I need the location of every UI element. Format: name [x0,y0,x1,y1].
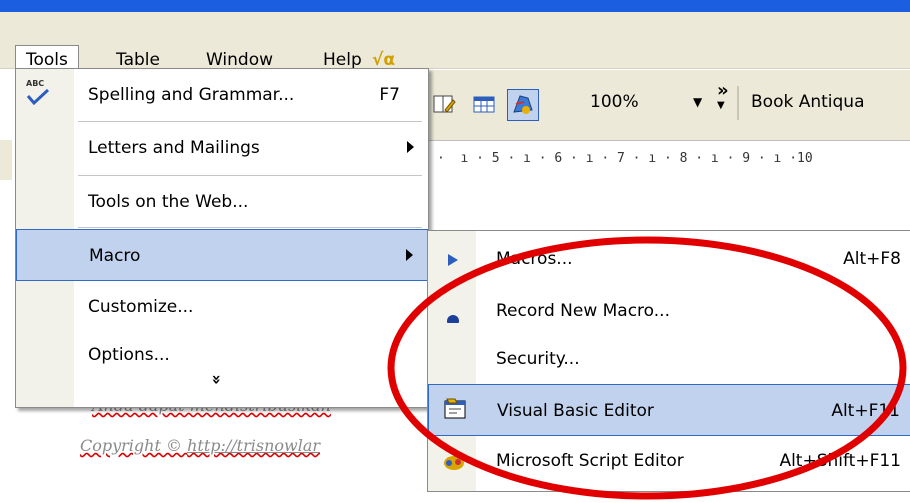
insert-table-icon[interactable] [471,92,497,118]
visual-basic-editor-icon [443,397,466,419]
title-bar-strip [0,0,910,12]
menu-item-letters-and-mailings[interactable]: Letters and Mailings [16,122,428,174]
menu-bar: Tools Table Window Help √α [0,12,910,74]
submenu-item-microsoft-script-editor[interactable]: Microsoft Script Editor Alt+Shift+F11 [428,435,910,487]
menu-separator [78,227,422,228]
drawing-table-icon[interactable] [431,92,457,118]
menu-item-macro[interactable]: Macro [16,229,428,281]
document-text-line-2: Copyright © http://trisnowlar [80,436,320,455]
formatting-toolbar: 100% ▼ » ▼ Book Antiqua [425,70,910,140]
menu-item-customize[interactable]: Customize... [16,281,428,333]
play-macro-icon [442,249,464,271]
zoom-dropdown[interactable]: 100% ▼ [590,84,710,120]
toolbar-overflow-icon[interactable]: » ▼ [717,82,729,112]
spelling-check-icon: ABC [26,79,56,109]
record-macro-icon [442,301,464,327]
submenu-item-macros[interactable]: Macros... Alt+F8 [428,233,910,285]
ruler-left-edge [0,140,12,180]
submenu-item-visual-basic-editor[interactable]: Visual Basic Editor Alt+F11 [428,384,910,436]
toolbar-separator [737,86,739,120]
script-editor-icon [442,451,464,473]
submenu-item-security[interactable]: Security... [428,333,910,385]
zoom-value: 100% [590,92,639,112]
tools-menu: ABC Spelling and Grammar... F7 Letters a… [15,68,429,408]
submenu-arrow-icon [406,249,413,261]
expand-menu-icon[interactable]: » [208,374,227,384]
menu-item-spelling[interactable]: ABC Spelling and Grammar... F7 [16,69,428,121]
horizontal-ruler[interactable]: · ı · 5 · ı · 6 · ı · 7 · ı · 8 · ı · 9 … [425,140,910,181]
font-name-value: Book Antiqua [751,92,865,112]
ruler-marks: · ı · 5 · ı · 6 · ı · 7 · ı · 8 · ı · 9 … [437,151,813,166]
menu-item-options[interactable]: Options... [16,329,428,381]
document-link[interactable]: http://trisnowlar [187,436,320,455]
drawing-icon[interactable] [507,89,539,121]
submenu-item-record-new-macro[interactable]: Record New Macro... [428,285,910,337]
font-name-dropdown[interactable]: Book Antiqua [743,84,910,120]
macro-submenu: Macros... Alt+F8 Record New Macro... Sec… [427,230,910,492]
chevron-down-icon: ▼ [693,95,703,109]
menu-item-tools-on-the-web[interactable]: Tools on the Web... [16,176,428,228]
submenu-arrow-icon [407,141,414,153]
